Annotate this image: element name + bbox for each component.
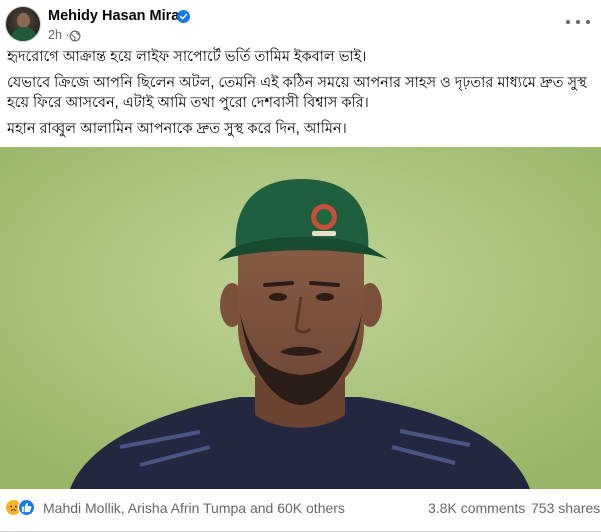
reactions-icons[interactable] bbox=[5, 499, 39, 517]
globe-icon bbox=[69, 30, 81, 42]
post-footer: Mahdi Mollik, Arisha Afrin Tumpa and 60K… bbox=[0, 489, 601, 532]
post-paragraph-3: মহান রাব্বুল আলামিন আপনাকে দ্রুত সুস্থ ক… bbox=[7, 121, 347, 137]
dot bbox=[576, 20, 580, 24]
comments-count[interactable]: 3.8K comments bbox=[428, 500, 525, 516]
reactors-summary[interactable]: Mahdi Mollik, Arisha Afrin Tumpa and 60K… bbox=[43, 500, 345, 516]
post-header: Mehidy Hasan Miraz 2h · bbox=[0, 0, 601, 46]
post-photo[interactable] bbox=[0, 147, 601, 489]
author-name[interactable]: Mehidy Hasan Miraz bbox=[48, 8, 187, 24]
like-reaction-icon bbox=[18, 499, 35, 516]
verified-badge-icon bbox=[177, 10, 190, 23]
post-paragraph-2: যেভাবে ক্রিজে আপনি ছিলেন অটল, তেমনি এই ক… bbox=[7, 75, 587, 111]
dot bbox=[566, 20, 570, 24]
cricketer-portrait-illustration bbox=[0, 147, 601, 489]
avatar-face bbox=[17, 13, 30, 28]
more-options-icon[interactable] bbox=[566, 14, 590, 30]
post-timestamp[interactable]: 2h · bbox=[48, 28, 70, 42]
facebook-post-card: Mehidy Hasan Miraz 2h · হৃদরোগে আক্রান্ত… bbox=[0, 0, 601, 532]
shares-count[interactable]: 753 shares bbox=[531, 500, 600, 516]
post-paragraph-1: হৃদরোগে আক্রান্ত হয়ে লাইফ সাপোর্টে ভর্ত… bbox=[7, 49, 367, 65]
author-avatar[interactable] bbox=[5, 6, 41, 42]
avatar-shirt bbox=[10, 27, 38, 41]
post-text: হৃদরোগে আক্রান্ত হয়ে লাইফ সাপোর্টে ভর্ত… bbox=[7, 47, 592, 145]
dot bbox=[586, 20, 590, 24]
